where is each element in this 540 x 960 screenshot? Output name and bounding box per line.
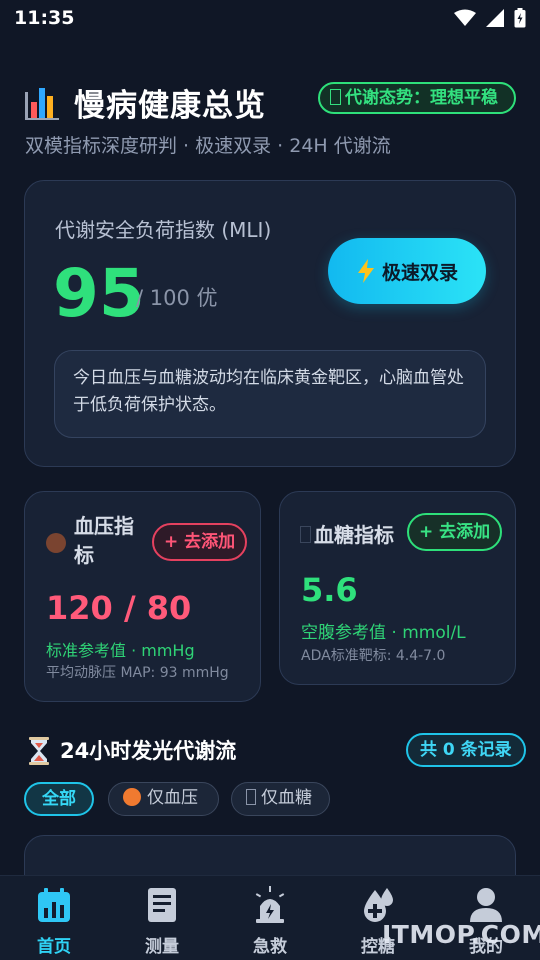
filter-blood-glucose-label: 仅血糖: [261, 788, 312, 808]
bar-chart-icon: [25, 88, 59, 120]
blood-pressure-map: 平均动脉压 MAP: 93 mmHg: [46, 665, 229, 681]
nav-home[interactable]: 首页: [0, 876, 108, 960]
user-icon: [470, 888, 502, 922]
nav-home-label: 首页: [37, 937, 71, 957]
blood-pressure-value: 120 / 80: [46, 589, 192, 627]
wifi-icon: [454, 9, 476, 26]
flow-section-title: 24小时发光代谢流: [60, 739, 237, 763]
system-icons: [454, 8, 526, 28]
filter-blood-pressure[interactable]: 仅血压: [108, 782, 219, 816]
quick-dual-record-label: 极速双录: [381, 262, 458, 284]
nav-emergency-label: 急救: [253, 937, 287, 957]
quick-dual-record-button[interactable]: 极速双录: [328, 238, 486, 304]
nav-emergency[interactable]: 急救: [216, 876, 324, 960]
mli-label: 代谢安全负荷指数 (MLI): [55, 218, 272, 242]
mli-max: / 100 优: [136, 286, 218, 310]
status-chip-label: 代谢态势：理想平稳: [345, 88, 498, 108]
metabolic-status-badge: 代谢态势：理想平稳: [318, 82, 516, 114]
battery-icon: [514, 8, 526, 28]
alarm-siren-icon: [255, 886, 285, 923]
blood-glucose-reference: 空腹参考值 · mmol/L: [301, 623, 466, 643]
mli-score: 95: [53, 255, 145, 332]
clipboard-icon: [148, 888, 176, 922]
nav-measure-label: 测量: [145, 937, 179, 957]
blood-pressure-dot-icon: [123, 788, 141, 806]
signal-icon: [486, 9, 504, 27]
blood-glucose-filter-icon: [246, 789, 256, 805]
filter-all[interactable]: 全部: [24, 782, 94, 816]
filter-blood-pressure-label: 仅血压: [147, 788, 198, 808]
app-screen: 11:35 慢病健康总览 代谢态势：理想平稳 双模指标深度研判 · 极速双录 ·…: [0, 0, 540, 960]
blood-drop-plus-icon: [364, 888, 393, 922]
add-blood-pressure-button[interactable]: + 去添加: [152, 523, 248, 561]
blood-pressure-reference: 标准参考值 · mmHg: [46, 641, 195, 660]
status-bar: 11:35: [0, 0, 540, 36]
status-chip-icon: [330, 89, 341, 105]
watermark: ITMOP.COM: [382, 920, 540, 949]
nav-measure[interactable]: 测量: [108, 876, 216, 960]
record-count-badge: 共 0 条记录: [406, 733, 526, 767]
page-title: 慢病健康总览: [74, 88, 266, 124]
filter-blood-glucose[interactable]: 仅血糖: [231, 782, 330, 816]
hourglass-icon: [29, 737, 49, 765]
blood-pressure-icon: [46, 533, 66, 553]
blood-pressure-title: 血压指标: [74, 514, 134, 567]
home-chart-icon: [38, 888, 70, 922]
add-blood-glucose-button[interactable]: + 去添加: [407, 513, 503, 551]
page-subtitle: 双模指标深度研判 · 极速双录 · 24H 代谢流: [25, 135, 391, 157]
mli-card: 代谢安全负荷指数 (MLI) 95 / 100 优 极速双录 今日血压与血糖波动…: [24, 180, 516, 467]
blood-glucose-target: ADA标准靶标: 4.4-7.0: [301, 648, 446, 664]
blood-glucose-icon: [300, 526, 311, 543]
lightning-icon: [357, 259, 374, 283]
blood-glucose-title: 血糖指标: [314, 523, 394, 547]
mli-note: 今日血压与血糖波动均在临床黄金靶区，心脑血管处于低负荷保护状态。: [54, 350, 486, 438]
blood-glucose-value: 5.6: [301, 571, 358, 609]
blood-pressure-card[interactable]: 血压指标 + 去添加 120 / 80 标准参考值 · mmHg 平均动脉压 M…: [24, 491, 261, 702]
status-time: 11:35: [14, 7, 75, 29]
blood-glucose-card[interactable]: 血糖指标 + 去添加 5.6 空腹参考值 · mmol/L ADA标准靶标: 4…: [279, 491, 516, 685]
